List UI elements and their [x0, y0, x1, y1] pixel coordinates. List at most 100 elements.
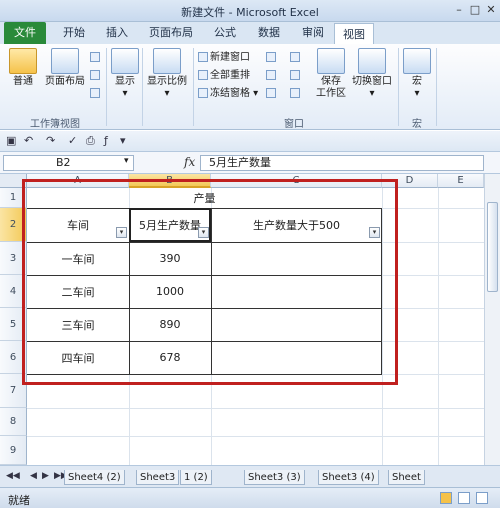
- split-button[interactable]: [266, 50, 278, 66]
- prev-sheet-icon[interactable]: ◀: [30, 471, 37, 481]
- full-screen-button[interactable]: [90, 86, 102, 102]
- sync-scroll-icon: [290, 70, 300, 80]
- arrange-all-icon: [198, 70, 208, 80]
- ribbon-separator: [106, 48, 107, 126]
- macros-icon: [403, 48, 431, 74]
- tab-file[interactable]: 文件: [4, 22, 46, 44]
- insert-function-icon[interactable]: fx: [184, 155, 195, 169]
- custom-views-button[interactable]: [90, 68, 102, 84]
- show-button[interactable]: 显示 ▾: [110, 48, 140, 100]
- view-side-by-side-button[interactable]: [290, 50, 302, 66]
- show-icon: [111, 48, 139, 74]
- unhide-button[interactable]: [266, 86, 278, 102]
- status-bar: 就绪: [0, 487, 500, 508]
- tab-formulas[interactable]: 公式: [206, 22, 244, 44]
- macros-button[interactable]: 宏 ▾: [402, 48, 432, 100]
- hide-button[interactable]: [266, 68, 278, 84]
- quick-access-toolbar: ▣ ↶ ↷ ✓ ⎙ ƒ ▾: [0, 131, 500, 152]
- arrange-all-button[interactable]: 全部重排: [198, 68, 250, 84]
- tab-insert[interactable]: 插入: [98, 22, 136, 44]
- group-workbook-views: 工作簿视图: [30, 119, 80, 130]
- gridline: [27, 436, 484, 437]
- chevron-down-icon: ▾: [414, 88, 420, 99]
- new-window-icon: [198, 52, 208, 62]
- save-workspace-button[interactable]: 保存 工作区: [314, 48, 348, 100]
- group-macros: 宏: [412, 119, 422, 130]
- formula-input[interactable]: 5月生产数量: [200, 155, 484, 171]
- row-header-8[interactable]: 8: [0, 408, 27, 436]
- sheet-tab[interactable]: Sheet3: [136, 470, 180, 485]
- normal-view-icon: [9, 48, 37, 74]
- full-screen-icon: [90, 88, 100, 98]
- close-button[interactable]: ✕: [484, 3, 498, 17]
- chevron-down-icon: ▾: [369, 88, 375, 99]
- hide-icon: [266, 70, 276, 80]
- save-icon[interactable]: ▣: [6, 134, 16, 147]
- switch-windows-icon: [358, 48, 386, 74]
- page-layout-status-icon[interactable]: [458, 492, 470, 504]
- page-layout-icon: [51, 48, 79, 74]
- gridline: [438, 188, 439, 465]
- tab-review[interactable]: 审阅: [294, 22, 332, 44]
- normal-view-button[interactable]: 普通: [6, 48, 40, 88]
- zoom-button[interactable]: 显示比例 ▾: [144, 48, 190, 100]
- ribbon-separator: [193, 48, 194, 126]
- new-window-button[interactable]: 新建窗口: [198, 50, 250, 66]
- reset-position-icon: [290, 88, 300, 98]
- column-header-e[interactable]: E: [438, 174, 484, 188]
- tab-page-layout[interactable]: 页面布局: [142, 22, 200, 44]
- tab-home[interactable]: 开始: [54, 22, 94, 44]
- normal-view-status-icon[interactable]: [440, 492, 452, 504]
- chevron-down-icon: ▾: [122, 88, 128, 99]
- gridline: [27, 408, 484, 409]
- freeze-panes-button[interactable]: 冻结窗格 ▾: [198, 86, 258, 102]
- vertical-scrollbar[interactable]: [484, 174, 500, 465]
- sync-scroll-button[interactable]: [290, 68, 302, 84]
- formula-bar: B2 ▾ fx 5月生产数量: [0, 152, 500, 174]
- page-break-preview-button[interactable]: [90, 50, 102, 66]
- sheet-tab[interactable]: 1 (2): [180, 470, 212, 485]
- split-icon: [266, 52, 276, 62]
- ribbon-tabs: 文件 开始 插入 页面布局 公式 数据 审阅 视图: [0, 22, 500, 44]
- zoom-icon: [153, 48, 181, 74]
- switch-windows-button[interactable]: 切换窗口 ▾: [350, 48, 394, 100]
- tab-view[interactable]: 视图: [334, 23, 374, 44]
- row-header-9[interactable]: 9: [0, 436, 27, 465]
- ribbon-separator: [436, 48, 437, 126]
- freeze-panes-icon: [198, 88, 208, 98]
- next-sheet-icon[interactable]: ▶: [42, 471, 49, 481]
- print-preview-icon[interactable]: ⎙: [86, 134, 95, 148]
- name-box-dropdown-icon[interactable]: ▾: [124, 156, 129, 166]
- name-box[interactable]: B2: [3, 155, 134, 171]
- highlight-box: [22, 179, 398, 385]
- ribbon-separator: [398, 48, 399, 126]
- ribbon: 普通 页面布局 工作簿视图 显示 ▾ 显示比例 ▾ 新建窗口 全部重排 冻结窗格…: [0, 44, 500, 130]
- title-bar: 新建文件 - Microsoft Excel – □ ✕: [0, 0, 500, 22]
- undo-icon[interactable]: ↶: [24, 134, 33, 147]
- minimize-button[interactable]: –: [452, 3, 466, 17]
- function-icon[interactable]: ƒ: [104, 134, 108, 147]
- first-sheet-icon[interactable]: ◀◀: [6, 471, 20, 481]
- sheet-tab[interactable]: Sheet3 (4): [318, 470, 379, 485]
- tab-data[interactable]: 数据: [250, 22, 288, 44]
- save-workspace-icon: [317, 48, 345, 74]
- chevron-down-icon: ▾: [164, 88, 170, 99]
- sheet-tab-bar: ◀◀ ◀ ▶ ▶▶ Sheet4 (2) Sheet3 1 (2) Sheet3…: [0, 465, 500, 487]
- sheet-tab[interactable]: Sheet: [388, 470, 425, 485]
- reset-position-button[interactable]: [290, 86, 302, 102]
- sheet-tab[interactable]: Sheet3 (3): [244, 470, 305, 485]
- group-window: 窗口: [284, 119, 304, 130]
- window-title: 新建文件 - Microsoft Excel: [181, 6, 319, 19]
- unhide-icon: [266, 88, 276, 98]
- page-layout-view-button[interactable]: 页面布局: [42, 48, 88, 88]
- status-text: 就绪: [8, 494, 30, 507]
- custom-views-icon: [90, 70, 100, 80]
- maximize-button[interactable]: □: [468, 3, 482, 17]
- side-by-side-icon: [290, 52, 300, 62]
- redo-icon[interactable]: ↷: [46, 134, 55, 147]
- spelling-icon[interactable]: ✓: [68, 134, 77, 147]
- scroll-thumb[interactable]: [487, 202, 498, 292]
- page-break-status-icon[interactable]: [476, 492, 488, 504]
- customize-qat-icon[interactable]: ▾: [120, 134, 126, 147]
- sheet-tab[interactable]: Sheet4 (2): [64, 470, 125, 485]
